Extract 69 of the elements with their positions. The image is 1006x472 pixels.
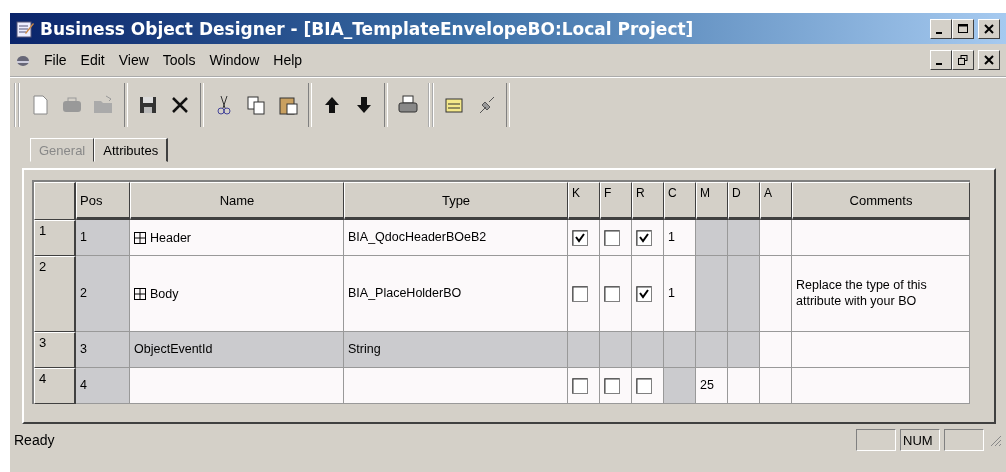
- expand-icon[interactable]: [134, 287, 146, 300]
- hat-icon: [16, 53, 30, 67]
- menu-item[interactable]: File: [44, 52, 67, 68]
- menu-item[interactable]: Edit: [80, 52, 105, 68]
- status-text: Ready: [14, 432, 55, 448]
- copy-icon[interactable]: [244, 93, 268, 117]
- minimize-button[interactable]: [930, 18, 952, 39]
- checkbox[interactable]: [572, 229, 588, 246]
- checkbox[interactable]: [636, 377, 652, 394]
- row-header[interactable]: 3: [34, 332, 76, 368]
- expand-icon[interactable]: [134, 231, 146, 244]
- column-header[interactable]: R: [632, 182, 664, 220]
- restore-icon: [958, 55, 968, 65]
- column-header[interactable]: K: [568, 182, 600, 220]
- cell-text: BIA_PlaceHolderBO: [348, 285, 462, 302]
- cell-text: 25: [700, 377, 714, 394]
- column-header[interactable]: F: [600, 182, 632, 220]
- close-button[interactable]: [978, 18, 1000, 39]
- column-header[interactable]: M: [696, 182, 728, 220]
- status-panel: [944, 429, 984, 451]
- cell-text: 1: [668, 229, 675, 246]
- checkbox[interactable]: [572, 285, 588, 302]
- checkbox[interactable]: [604, 377, 620, 394]
- checkbox[interactable]: [636, 229, 652, 246]
- window-title: Business Object Designer - [BIA_TemplateEnvelopeBO:Local Project]: [40, 18, 694, 39]
- minimize-icon: [936, 63, 942, 65]
- column-header[interactable]: Pos: [76, 182, 130, 220]
- cell-text: ObjectEventId: [134, 341, 213, 358]
- column-header[interactable]: Comments: [792, 182, 970, 220]
- checkbox[interactable]: [604, 229, 620, 246]
- minimize-icon: [936, 31, 942, 34]
- menu-item[interactable]: Tools: [162, 52, 196, 68]
- column-header[interactable]: Type: [344, 182, 568, 220]
- cell-text: 3: [80, 341, 87, 358]
- restore-button[interactable]: [952, 50, 974, 70]
- cell-text: Body: [150, 286, 179, 301]
- column-header[interactable]: D: [728, 182, 760, 220]
- cell-text: 2: [80, 285, 87, 302]
- minimize-button[interactable]: [930, 50, 952, 70]
- cell-text: 1: [80, 229, 87, 246]
- table-corner: [34, 182, 76, 220]
- cell-text: BIA_QdocHeaderBOeB2: [348, 229, 487, 246]
- row-header[interactable]: 2: [34, 256, 76, 332]
- cell-text: 4: [80, 377, 87, 394]
- tab[interactable]: Attributes: [94, 138, 169, 162]
- checkbox[interactable]: [636, 285, 652, 302]
- cell-text: 1: [668, 285, 675, 302]
- menu-item[interactable]: View: [118, 52, 149, 68]
- checkbox[interactable]: [572, 377, 588, 394]
- resize-grip-icon[interactable]: [988, 433, 1002, 447]
- cell-text: Replace the type of this attribute with your BO: [796, 277, 928, 310]
- cell-text: Header: [150, 230, 191, 245]
- close-icon: [984, 55, 994, 65]
- menu-item[interactable]: Help: [273, 52, 303, 68]
- menu-item[interactable]: Window: [209, 52, 260, 68]
- notepad-icon: [16, 19, 34, 38]
- status-panel: [856, 429, 896, 451]
- column-header[interactable]: C: [664, 182, 696, 220]
- status-indicator: NUM: [900, 429, 940, 451]
- cell-text: String: [348, 341, 381, 358]
- checkbox[interactable]: [604, 285, 620, 302]
- close-button[interactable]: [978, 50, 1000, 70]
- maximize-icon: [958, 23, 968, 34]
- maximize-button[interactable]: [952, 18, 974, 39]
- column-header[interactable]: Name: [130, 182, 344, 220]
- row-header[interactable]: 1: [34, 220, 76, 256]
- close-icon: [984, 23, 994, 34]
- row-header[interactable]: 4: [34, 368, 76, 404]
- column-header[interactable]: A: [760, 182, 792, 220]
